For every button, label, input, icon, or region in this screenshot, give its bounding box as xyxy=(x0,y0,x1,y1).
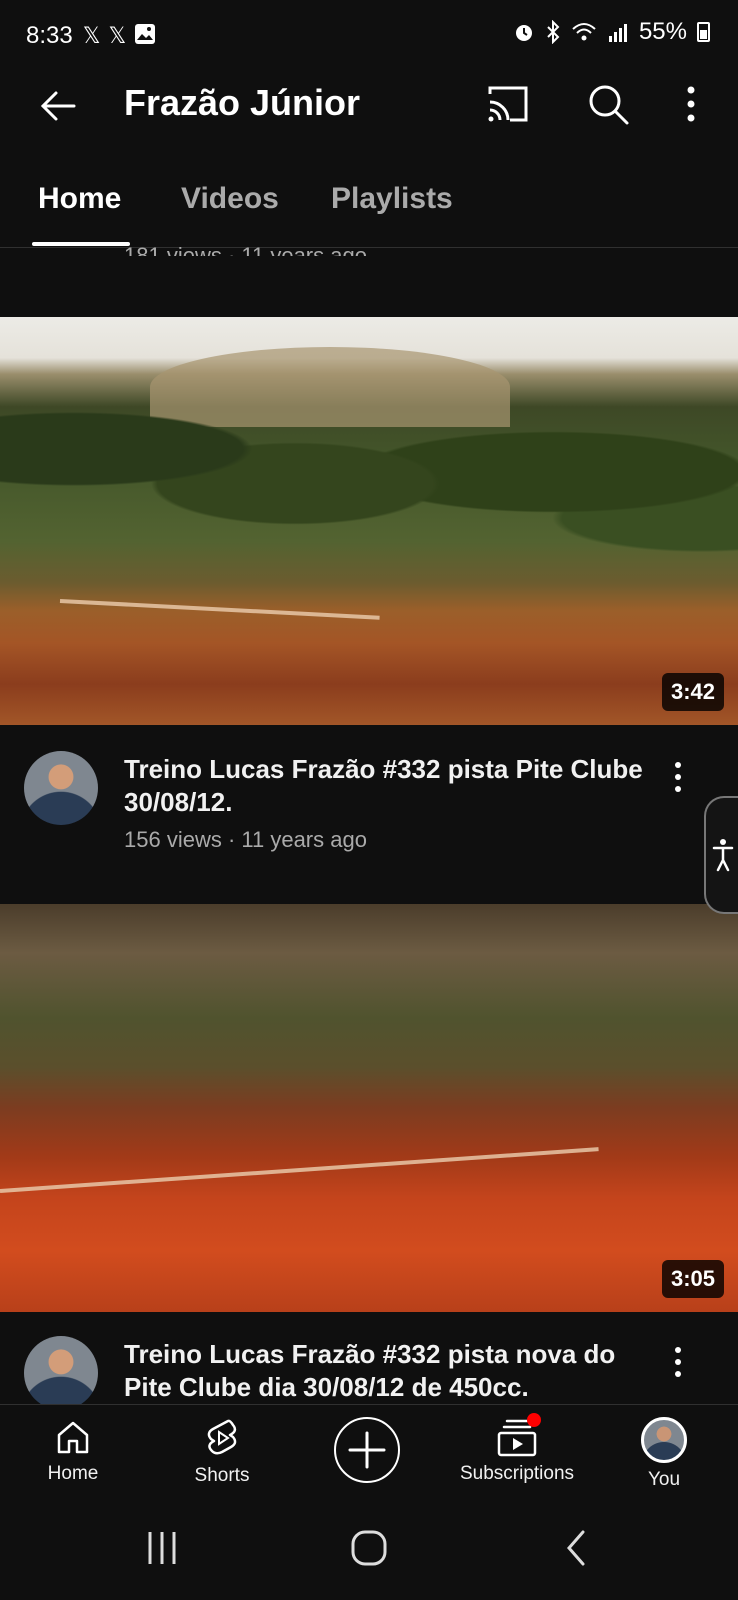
tab-videos[interactable]: Videos xyxy=(181,182,279,216)
track-tape xyxy=(0,1147,599,1193)
tab-home[interactable]: Home xyxy=(38,182,121,216)
status-right: 55% xyxy=(513,18,710,46)
create-button[interactable] xyxy=(334,1417,400,1483)
image-icon xyxy=(135,24,156,44)
video-menu-icon[interactable] xyxy=(668,1344,688,1384)
channel-avatar[interactable] xyxy=(24,1336,98,1404)
nav-you-label: You xyxy=(647,1469,681,1490)
video-menu-icon[interactable] xyxy=(668,759,688,799)
video-duration: 3:05 xyxy=(661,1260,724,1298)
video-meta: 156 views · 11 years ago xyxy=(124,827,367,852)
status-bar: 8:33 𝕏 𝕏 55% xyxy=(0,0,738,72)
nav-subscriptions[interactable]: Subscriptions xyxy=(447,1413,587,1485)
plus-icon xyxy=(348,1431,386,1469)
signal-icon xyxy=(608,24,627,42)
alarm-icon xyxy=(515,25,532,41)
nav-shorts-label: Shorts xyxy=(194,1465,250,1486)
video-info[interactable]: Treino Lucas Frazão #332 pista Pite Club… xyxy=(0,751,738,891)
video-thumbnail[interactable]: 3:05 xyxy=(0,904,738,1312)
channel-title: Frazão Júnior xyxy=(124,82,361,123)
bottom-navigation: Home Shorts Subscriptions You xyxy=(0,1404,738,1500)
system-navigation xyxy=(0,1500,738,1600)
video-feed: 3:42 Treino Lucas Frazão #332 pista Pite… xyxy=(0,249,738,1404)
recent-apps-icon[interactable] xyxy=(142,1528,182,1568)
home-button-icon[interactable] xyxy=(349,1528,389,1568)
x-icon: 𝕏 xyxy=(108,23,127,48)
nav-you[interactable]: You xyxy=(594,1417,734,1491)
battery-icon xyxy=(697,22,710,42)
x-icon: 𝕏 xyxy=(82,23,101,48)
video-title[interactable]: Treino Lucas Frazão #332 pista Pite Club… xyxy=(124,753,644,819)
channel-avatar[interactable] xyxy=(24,751,98,825)
shorts-icon xyxy=(207,1419,237,1455)
accessibility-icon xyxy=(712,839,734,872)
active-tab-indicator xyxy=(32,242,130,246)
system-back-icon[interactable] xyxy=(557,1528,597,1568)
nav-home-label: Home xyxy=(47,1463,99,1484)
status-time: 8:33 xyxy=(26,22,73,49)
video-thumbnail[interactable]: 3:42 xyxy=(0,317,738,725)
track-tape xyxy=(59,599,380,620)
channel-header: Frazão Júnior xyxy=(0,72,738,138)
video-title[interactable]: Treino Lucas Frazão #332 pista nova do P… xyxy=(124,1338,644,1404)
search-icon[interactable] xyxy=(586,82,630,126)
nav-home[interactable]: Home xyxy=(3,1417,143,1485)
tab-playlists[interactable]: Playlists xyxy=(331,182,453,216)
back-arrow-icon[interactable] xyxy=(38,86,78,126)
you-avatar xyxy=(641,1417,687,1463)
cast-icon[interactable] xyxy=(486,84,530,124)
channel-tabs: Home Videos Playlists xyxy=(0,170,738,248)
video-duration: 3:42 xyxy=(661,673,724,711)
bluetooth-icon xyxy=(547,20,560,44)
nav-subscriptions-label: Subscriptions xyxy=(459,1463,575,1484)
nav-shorts[interactable]: Shorts xyxy=(152,1417,292,1487)
notification-icons: 𝕏 𝕏 xyxy=(83,23,156,49)
video-info[interactable]: Treino Lucas Frazão #332 pista nova do P… xyxy=(0,1336,738,1404)
wifi-icon xyxy=(572,23,596,41)
battery-percent: 55% xyxy=(638,18,687,45)
accessibility-button[interactable] xyxy=(704,796,738,914)
thumbnail-trees xyxy=(0,357,738,587)
notification-dot xyxy=(527,1413,541,1427)
more-vert-icon[interactable] xyxy=(676,82,706,126)
home-icon xyxy=(57,1421,89,1454)
